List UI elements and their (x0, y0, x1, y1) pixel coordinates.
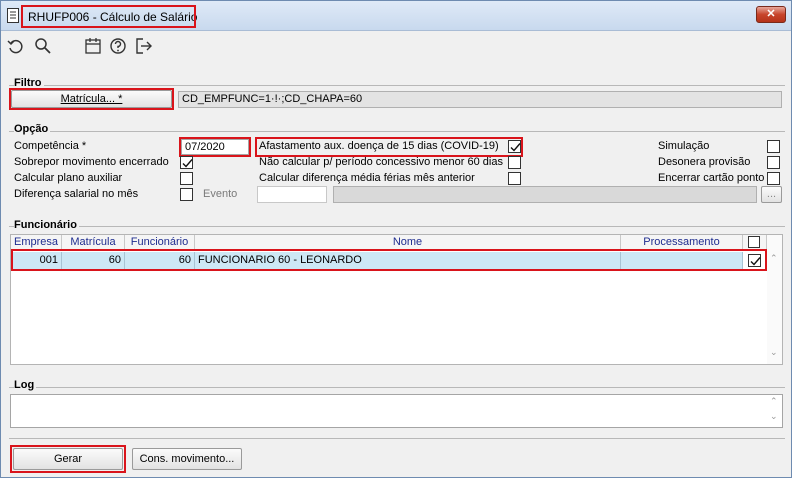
evento-input[interactable] (257, 186, 327, 203)
close-icon: ✕ (766, 8, 776, 20)
footer-separator (9, 438, 785, 439)
sobrepor-label: Sobrepor movimento encerrado (14, 156, 169, 168)
cell-empresa: 001 (11, 252, 62, 269)
exit-icon[interactable] (134, 36, 154, 56)
gerar-button[interactable]: Gerar (13, 448, 123, 470)
cell-processamento (621, 252, 743, 269)
document-icon (7, 8, 19, 23)
scroll-up-icon[interactable]: ⌃ (770, 253, 778, 264)
select-all-checkbox[interactable] (748, 236, 760, 248)
nao-calcular-label: Não calcular p/ período concessivo menor… (259, 156, 503, 168)
competencia-input[interactable]: 07/2020 (181, 139, 249, 155)
refresh-icon[interactable] (6, 36, 26, 56)
search-icon[interactable] (33, 36, 53, 56)
column-header-empresa[interactable]: Empresa (11, 235, 62, 250)
gerar-button-label: Gerar (53, 453, 83, 465)
funcionario-table: Empresa Matrícula Funcionário Nome Proce… (10, 234, 783, 365)
sobrepor-checkbox[interactable] (180, 156, 193, 169)
evento-description (333, 186, 757, 203)
cell-funcionario: 60 (125, 252, 195, 269)
column-header-processamento[interactable]: Processamento (621, 235, 743, 250)
filtro-separator (9, 85, 785, 86)
log-textarea[interactable] (10, 394, 783, 428)
plano-auxiliar-label: Calcular plano auxiliar (14, 172, 123, 184)
funcionario-title: Funcionário (14, 219, 79, 231)
scroll-down-icon[interactable]: ⌄ (770, 347, 778, 358)
desonera-label: Desonera provisão (658, 156, 751, 168)
main-window: RHUFP006 - Cálculo de Salário ✕ Filtro M… (0, 0, 792, 478)
window-title: RHUFP006 - Cálculo de Salário (28, 10, 198, 24)
cons-movimento-button-label: Cons. movimento... (139, 453, 235, 465)
matricula-button[interactable]: Matrícula... * (11, 90, 172, 108)
calendar-icon[interactable] (83, 36, 103, 56)
evento-lookup-label: ... (766, 188, 777, 200)
filtro-title: Filtro (14, 77, 44, 89)
media-ferias-label: Calcular diferença média férias mês ante… (259, 172, 475, 184)
encerrar-label: Encerrar cartão ponto (658, 172, 765, 184)
help-icon[interactable] (108, 36, 128, 56)
log-scroll-down-icon[interactable]: ⌄ (770, 411, 778, 422)
diferenca-salarial-label: Diferença salarial no mês (14, 188, 139, 200)
cell-nome: FUNCIONARIO 60 - LEONARDO (195, 252, 621, 269)
desonera-checkbox[interactable] (767, 156, 780, 169)
log-separator (9, 387, 785, 388)
log-scroll-up-icon[interactable]: ⌃ (770, 396, 778, 407)
evento-label: Evento (203, 188, 238, 200)
afastamento-label: Afastamento aux. doença de 15 dias (COVI… (259, 140, 499, 152)
simulacao-checkbox[interactable] (767, 140, 780, 153)
close-button[interactable]: ✕ (756, 6, 786, 23)
opcao-separator (9, 131, 785, 132)
matricula-button-label: Matrícula... * (60, 93, 123, 105)
media-ferias-checkbox[interactable] (508, 172, 521, 185)
opcao-title: Opção (14, 123, 51, 135)
cell-matricula: 60 (62, 252, 125, 269)
competencia-label: Competência * (14, 140, 87, 152)
column-header-nome[interactable]: Nome (195, 235, 621, 250)
encerrar-checkbox[interactable] (767, 172, 780, 185)
log-scrollbar[interactable]: ⌃ ⌄ (767, 395, 782, 427)
table-scrollbar[interactable]: ⌃ ⌄ (767, 235, 782, 364)
cons-movimento-button[interactable]: Cons. movimento... (132, 448, 242, 470)
evento-lookup-button[interactable]: ... (761, 186, 782, 203)
diferenca-salarial-checkbox[interactable] (180, 188, 193, 201)
title-bar: RHUFP006 - Cálculo de Salário ✕ (1, 1, 791, 31)
simulacao-label: Simulação (658, 140, 710, 152)
log-title: Log (14, 379, 37, 391)
column-header-funcionario[interactable]: Funcionário (125, 235, 195, 250)
matricula-value-field[interactable]: CD_EMPFUNC=1·!·;CD_CHAPA=60 (178, 91, 782, 108)
cell-select (743, 252, 767, 269)
column-header-matricula[interactable]: Matrícula (62, 235, 125, 250)
plano-auxiliar-checkbox[interactable] (180, 172, 193, 185)
funcionario-separator (9, 226, 785, 227)
afastamento-checkbox[interactable] (508, 140, 521, 153)
nao-calcular-checkbox[interactable] (508, 156, 521, 169)
row-select-checkbox[interactable] (748, 254, 761, 267)
column-header-select-all[interactable] (743, 235, 767, 250)
